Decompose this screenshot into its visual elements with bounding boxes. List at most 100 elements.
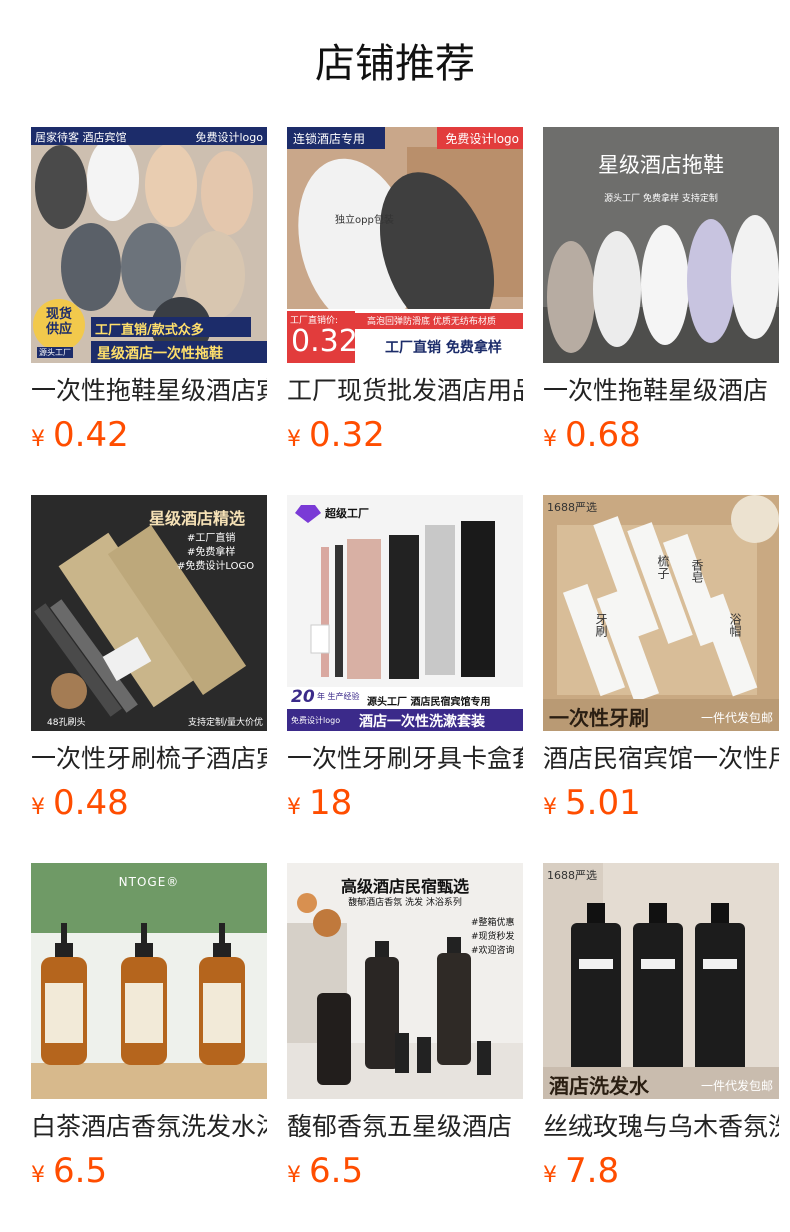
image-tag2-text: #免费拿样 <box>187 547 236 558</box>
price-currency: ¥ <box>31 1163 45 1188</box>
image-headline-text: 高级酒店民宿甄选 <box>340 877 469 896</box>
price-currency: ¥ <box>543 1163 557 1188</box>
image-bottom-right-text: 一件代发包邮 <box>700 711 773 725</box>
product-image[interactable]: 超级工厂 20 年 生产经验 免费设计logo 源头工厂 酒店民宿宾馆专用 酒店… <box>287 495 523 731</box>
product-name[interactable]: 工厂现货批发酒店用品 <box>287 373 523 409</box>
image-label3-text: 浴帽 <box>728 613 742 637</box>
image-label2-text: 梳子 <box>656 555 670 579</box>
image-bottom-right-text: 支持定制/量大价优 <box>187 718 263 728</box>
price-currency: ¥ <box>31 427 45 452</box>
image-top-left-text: 连锁酒店专用 <box>293 132 366 146</box>
image-strip-text: 高泡回弹防滑底 优质无纺布材质 <box>367 317 496 327</box>
image-tag2-text: #现货秒发 <box>471 932 515 942</box>
image-tag1-text: #整箱优惠 <box>471 918 515 928</box>
image-top-right-text: 免费设计logo <box>195 131 264 144</box>
price-currency: ¥ <box>287 427 301 452</box>
image-years-text: 20 <box>291 687 315 707</box>
image-bottom-text: 一次性牙刷 <box>549 706 649 730</box>
price-value: 7.8 <box>565 1151 620 1191</box>
image-badge-text: 现货供应 <box>45 307 72 337</box>
image-line1-text: 工厂直销/款式众多 <box>95 323 204 338</box>
image-sub-text: 馥郁酒店香氛 洗发 沐浴系列 <box>348 898 462 908</box>
product-price: ¥ 6.5 <box>31 1151 107 1195</box>
product-name[interactable]: 白茶酒店香氛洗发水沐浴露 <box>31 1109 267 1145</box>
price-value: 18 <box>309 783 353 823</box>
image-corner-text: 1688严选 <box>547 869 597 882</box>
image-line-text: 工厂直销 免费拿样 <box>385 340 502 356</box>
price-currency: ¥ <box>287 795 301 820</box>
image-headline-text: 星级酒店精选 <box>149 509 246 528</box>
price-value: 5.01 <box>565 783 641 823</box>
product-image[interactable]: 1688严选 牙刷 梳子 浴帽 香皂 一次性牙刷 一件代发包邮 <box>543 495 779 731</box>
image-top-left-text: 居家待客 酒店宾馆 <box>35 131 127 144</box>
image-bottom-text: 酒店洗发水 <box>549 1074 649 1098</box>
image-label1-text: 牙刷 <box>594 613 608 637</box>
image-top-right-text: 免费设计logo <box>445 132 519 146</box>
product-card[interactable]: 1688严选 牙刷 梳子 浴帽 香皂 一次性牙刷 一件代发包邮 酒店民宿宾馆一次… <box>543 495 779 863</box>
store-recommend-page: 店铺推荐 居家待客 酒店宾馆 免费设计logo 现货供应 源头工厂 工厂直销/款… <box>0 0 790 1232</box>
image-headline-text: 星级酒店拖鞋 <box>598 153 724 177</box>
image-center-text: 独立opp包装 <box>335 215 394 226</box>
image-bottom-left-text: 48孔刷头 <box>47 718 86 728</box>
product-image[interactable]: 高级酒店民宿甄选 馥郁酒店香氛 洗发 沐浴系列 #整箱优惠 #现货秒发 #欢迎咨… <box>287 863 523 1099</box>
product-image[interactable]: 1688严选 酒店洗发水 一件代发包邮 <box>543 863 779 1099</box>
image-tags-text: 源头工厂 免费拿样 支持定制 <box>604 194 718 204</box>
image-brand-text: NTOGE® <box>118 875 180 889</box>
image-tag3-text: #免费设计LOGO <box>177 561 255 572</box>
image-line2-text: 酒店一次性洗漱套装 <box>359 714 485 730</box>
product-name[interactable]: 酒店民宿宾馆一次性用品 <box>543 741 779 777</box>
product-name[interactable]: 馥郁香氛五星级酒店 <box>287 1109 523 1145</box>
product-name[interactable]: 一次性拖鞋星级酒店 <box>543 373 779 409</box>
price-value: 0.42 <box>53 415 129 455</box>
product-price: ¥ 0.32 <box>287 415 385 459</box>
product-price: ¥ 18 <box>287 783 352 827</box>
image-badge-sub-text: 源头工厂 <box>37 347 73 358</box>
product-card[interactable]: 1688严选 酒店洗发水 一件代发包邮 丝绒玫瑰与乌木香氛洗发水 ¥ 7.8 <box>543 863 779 1231</box>
image-free-logo-text: 免费设计logo <box>291 716 341 725</box>
product-price: ¥ 0.68 <box>543 415 641 459</box>
product-image[interactable]: 星级酒店拖鞋 源头工厂 免费拿样 支持定制 <box>543 127 779 363</box>
price-currency: ¥ <box>543 427 557 452</box>
product-card[interactable]: NTOGE® 白茶酒店香氛洗发水沐浴露 ¥ 6.5 <box>31 863 267 1231</box>
price-value: 6.5 <box>53 1151 108 1191</box>
shampoo-bottles-image <box>31 863 267 1099</box>
product-grid: 居家待客 酒店宾馆 免费设计logo 现货供应 源头工厂 工厂直销/款式众多 星… <box>31 127 779 1231</box>
section-title: 店铺推荐 <box>315 41 475 87</box>
product-card[interactable]: 居家待客 酒店宾馆 免费设计logo 现货供应 源头工厂 工厂直销/款式众多 星… <box>31 127 267 495</box>
product-image[interactable]: 连锁酒店专用 免费设计logo 独立opp包装 工厂直销价: 0.32 高泡回弹… <box>287 127 523 363</box>
product-image[interactable]: 星级酒店精选 #工厂直销 #免费拿样 #免费设计LOGO 48孔刷头 支持定制/… <box>31 495 267 731</box>
image-line2-text: 星级酒店一次性拖鞋 <box>97 346 223 362</box>
price-value: 0.32 <box>309 415 385 455</box>
product-price: ¥ 5.01 <box>543 783 641 827</box>
price-currency: ¥ <box>287 1163 301 1188</box>
image-brand-text: 超级工厂 <box>325 507 369 520</box>
product-name[interactable]: 一次性拖鞋星级酒店宾馆 <box>31 373 267 409</box>
product-price: ¥ 0.42 <box>31 415 129 459</box>
image-bottom-right-text: 一件代发包邮 <box>700 1079 773 1093</box>
product-card[interactable]: 连锁酒店专用 免费设计logo 独立opp包装 工厂直销价: 0.32 高泡回弹… <box>287 127 523 495</box>
price-currency: ¥ <box>543 795 557 820</box>
shampoo-bottles-image <box>543 863 779 1099</box>
product-price: ¥ 6.5 <box>287 1151 363 1195</box>
image-line1-text: 源头工厂 酒店民宿宾馆专用 <box>367 697 491 708</box>
price-value: 6.5 <box>309 1151 364 1191</box>
product-image[interactable]: 居家待客 酒店宾馆 免费设计logo 现货供应 源头工厂 工厂直销/款式众多 星… <box>31 127 267 363</box>
product-image[interactable]: NTOGE® <box>31 863 267 1099</box>
product-name[interactable]: 丝绒玫瑰与乌木香氛洗发水 <box>543 1109 779 1145</box>
image-big-price: 0.32 <box>291 324 358 359</box>
image-label4-text: 香皂 <box>690 559 704 583</box>
price-value: 0.48 <box>53 783 129 823</box>
product-card[interactable]: 高级酒店民宿甄选 馥郁酒店香氛 洗发 沐浴系列 #整箱优惠 #现货秒发 #欢迎咨… <box>287 863 523 1231</box>
product-price: ¥ 0.48 <box>31 783 129 827</box>
product-card[interactable]: 星级酒店拖鞋 源头工厂 免费拿样 支持定制 一次性拖鞋星级酒店 ¥ 0.68 <box>543 127 779 495</box>
product-price: ¥ 7.8 <box>543 1151 619 1195</box>
image-tag1-text: #工厂直销 <box>187 533 236 544</box>
image-corner-text: 1688严选 <box>547 501 597 514</box>
product-card[interactable]: 超级工厂 20 年 生产经验 免费设计logo 源头工厂 酒店民宿宾馆专用 酒店… <box>287 495 523 863</box>
image-years-sub-text: 年 生产经验 <box>317 692 360 701</box>
price-value: 0.68 <box>565 415 641 455</box>
product-name[interactable]: 一次性牙刷梳子酒店宾馆 <box>31 741 267 777</box>
product-card[interactable]: 星级酒店精选 #工厂直销 #免费拿样 #免费设计LOGO 48孔刷头 支持定制/… <box>31 495 267 863</box>
product-name[interactable]: 一次性牙刷牙具卡盒套装 <box>287 741 523 777</box>
price-currency: ¥ <box>31 795 45 820</box>
